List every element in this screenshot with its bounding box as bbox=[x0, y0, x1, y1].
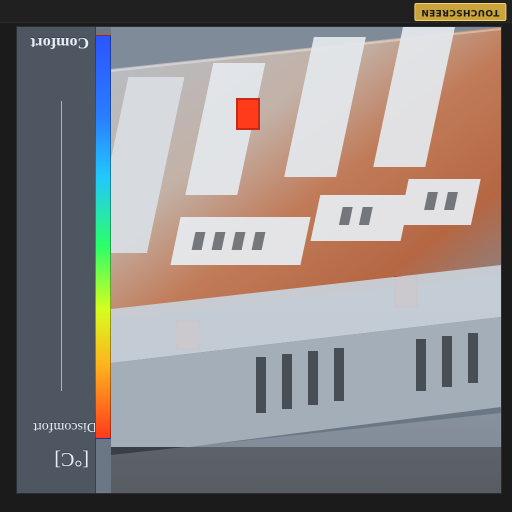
legend-unit: [°C] bbox=[54, 448, 89, 470]
legend-top-label: Comfort bbox=[30, 34, 89, 51]
comfort-gradient-bar bbox=[95, 35, 111, 439]
floorplan-render bbox=[111, 27, 501, 493]
legend-scale-line bbox=[61, 101, 62, 391]
comfort-legend: Comfort Discomfort [°C] bbox=[17, 27, 97, 493]
app-frame: TOUCHSCREEN Comfort Discomfort [°C] bbox=[0, 0, 512, 512]
3d-viewport[interactable] bbox=[111, 27, 501, 493]
top-bar: TOUCHSCREEN bbox=[0, 0, 512, 23]
touchscreen-badge: TOUCHSCREEN bbox=[413, 3, 506, 21]
legend-bottom-label: Discomfort bbox=[33, 419, 97, 434]
visualization-screen[interactable]: Comfort Discomfort [°C] bbox=[16, 26, 502, 494]
